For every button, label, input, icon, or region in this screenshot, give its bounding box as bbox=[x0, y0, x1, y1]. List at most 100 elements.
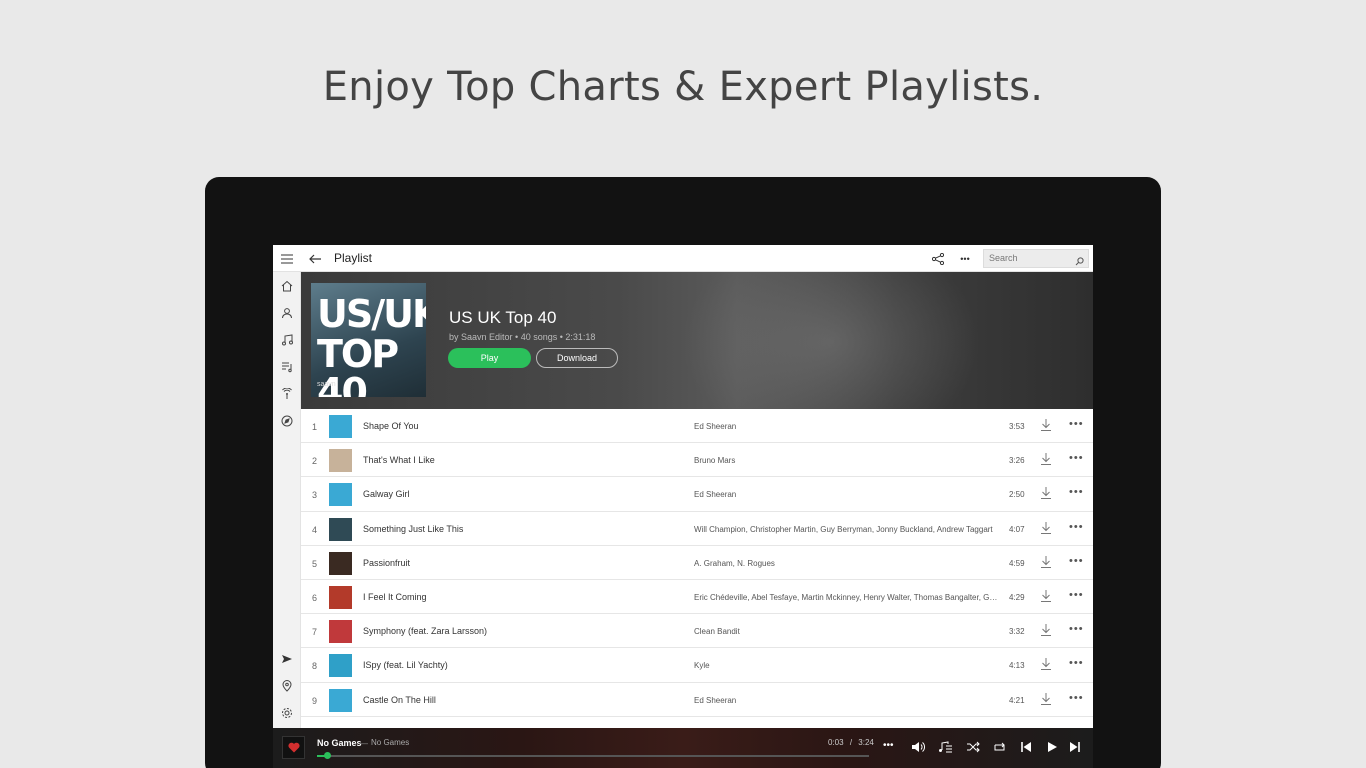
track-row[interactable]: 2 That's What I Like Bruno Mars 3:26 ••• bbox=[301, 443, 1093, 478]
track-duration: 4:21 bbox=[1009, 695, 1025, 705]
track-art bbox=[329, 654, 352, 678]
track-title[interactable]: Galway Girl bbox=[363, 489, 410, 499]
track-row[interactable]: 7 Symphony (feat. Zara Larsson) Clean Band… bbox=[301, 614, 1093, 649]
track-artist[interactable]: Bruno Mars bbox=[694, 456, 999, 465]
location-icon[interactable] bbox=[277, 676, 297, 696]
download-icon[interactable] bbox=[1041, 658, 1051, 672]
track-more-icon[interactable]: ••• bbox=[1069, 692, 1084, 704]
compass-icon[interactable] bbox=[277, 411, 297, 431]
track-artist[interactable]: Eric Chédeville, Abel Tesfaye, Martin Mc… bbox=[694, 593, 999, 602]
search-input[interactable]: Search bbox=[983, 249, 1089, 268]
track-duration: 3:26 bbox=[1009, 456, 1025, 466]
track-number: 5 bbox=[312, 558, 318, 569]
track-duration: 3:32 bbox=[1009, 627, 1025, 637]
download-icon[interactable] bbox=[1041, 555, 1051, 570]
track-title[interactable]: Something Just Like This bbox=[363, 524, 463, 534]
playlist-title: US UK Top 40 bbox=[449, 308, 557, 327]
page-title: Playlist bbox=[334, 251, 373, 265]
track-title[interactable]: Castle On The Hill bbox=[363, 695, 436, 705]
playlist-header: US/UK TOP 40 saavn US UK Top 40 by Saavn… bbox=[301, 272, 1093, 409]
track-art bbox=[329, 449, 352, 473]
home-icon[interactable] bbox=[277, 276, 297, 296]
track-row[interactable]: 6 I Feel It Coming Eric Chédeville, Abel T… bbox=[301, 580, 1093, 615]
download-icon[interactable] bbox=[1041, 419, 1051, 433]
track-artist[interactable]: Clean Bandit bbox=[694, 627, 999, 636]
now-playing-title: No Games bbox=[317, 738, 362, 748]
track-title[interactable]: Passionfruit bbox=[363, 558, 410, 568]
cover-brand: saavn bbox=[317, 381, 336, 388]
playlist-icon[interactable] bbox=[277, 357, 297, 377]
track-title[interactable]: ISpy (feat. Lil Yachty) bbox=[363, 660, 448, 670]
track-duration: 4:07 bbox=[1009, 524, 1025, 534]
track-row[interactable]: 3 Galway Girl Ed Sheeran 2:50 ••• bbox=[301, 477, 1093, 512]
track-more-icon[interactable]: ••• bbox=[1069, 521, 1084, 533]
download-icon[interactable] bbox=[1041, 692, 1051, 707]
track-row[interactable]: 9 Castle On The Hill Ed Sheeran 4:21 ••• bbox=[301, 683, 1093, 717]
track-row[interactable]: 4 Something Just Like This Will Champion, … bbox=[301, 512, 1093, 546]
track-more-icon[interactable]: ••• bbox=[1069, 486, 1084, 498]
queue-icon[interactable] bbox=[938, 740, 952, 758]
track-row[interactable]: 8 ISpy (feat. Lil Yachty) Kyle 4:13 ••• bbox=[301, 648, 1093, 683]
track-art bbox=[329, 585, 352, 609]
track-more-icon[interactable]: ••• bbox=[1069, 555, 1084, 567]
track-number: 2 bbox=[312, 456, 318, 467]
sidebar bbox=[273, 272, 301, 728]
track-artist[interactable]: Kyle bbox=[694, 661, 999, 670]
share-icon[interactable] bbox=[929, 250, 947, 267]
track-more-icon[interactable]: ••• bbox=[1069, 623, 1084, 635]
track-duration: 3:53 bbox=[1009, 422, 1025, 431]
previous-icon[interactable] bbox=[1020, 740, 1032, 758]
track-artist[interactable]: A. Graham, N. Rogues bbox=[694, 559, 999, 568]
now-playing-art bbox=[282, 736, 305, 759]
more-options-button[interactable]: ••• bbox=[956, 250, 974, 267]
player-bar: No Games — No Games 0:03 / 3:24 ••• bbox=[273, 728, 1093, 768]
shuffle-icon[interactable] bbox=[966, 740, 980, 758]
more-icon[interactable]: ••• bbox=[883, 740, 894, 751]
track-duration: 4:59 bbox=[1009, 558, 1025, 568]
app-window: Playlist ••• Search US/U TOP 40 saavn US… bbox=[273, 245, 1093, 768]
play-button[interactable]: Play bbox=[448, 348, 531, 368]
music-note-icon[interactable] bbox=[277, 330, 297, 350]
track-row[interactable]: 5 Passionfruit A. Graham, N. Rogues 4:59 ••• bbox=[301, 546, 1093, 580]
track-title[interactable]: Shape Of You bbox=[363, 421, 419, 431]
volume-icon[interactable] bbox=[911, 740, 925, 758]
progress-bar[interactable] bbox=[317, 752, 869, 759]
track-artist[interactable]: Ed Sheeran bbox=[694, 490, 999, 499]
track-row[interactable]: 1 Shape Of You Ed Sheeran 3:53 ••• bbox=[301, 409, 1093, 444]
download-icon[interactable] bbox=[1041, 487, 1051, 501]
track-art bbox=[329, 415, 352, 438]
next-icon[interactable] bbox=[1069, 740, 1081, 758]
track-number: 1 bbox=[312, 422, 318, 432]
track-more-icon[interactable]: ••• bbox=[1069, 452, 1084, 464]
search-icon[interactable] bbox=[1075, 253, 1084, 271]
download-button[interactable]: Download bbox=[536, 348, 618, 368]
play-icon[interactable] bbox=[1046, 740, 1058, 758]
download-icon[interactable] bbox=[1041, 624, 1051, 638]
gear-icon[interactable] bbox=[277, 703, 297, 723]
radio-icon[interactable] bbox=[277, 384, 297, 404]
track-artist[interactable]: Will Champion, Christopher Martin, Guy B… bbox=[694, 525, 999, 534]
airplane-icon[interactable] bbox=[277, 649, 297, 669]
download-icon[interactable] bbox=[1041, 589, 1051, 604]
track-number: 6 bbox=[312, 592, 318, 603]
progress-handle[interactable] bbox=[323, 752, 331, 759]
track-more-icon[interactable]: ••• bbox=[1069, 589, 1084, 601]
back-arrow-icon[interactable] bbox=[306, 250, 324, 267]
playlist-cover: US/UK TOP 40 saavn bbox=[311, 283, 426, 397]
download-icon[interactable] bbox=[1041, 521, 1051, 536]
track-more-icon[interactable]: ••• bbox=[1069, 657, 1084, 669]
track-number: 4 bbox=[312, 524, 318, 535]
track-art bbox=[329, 620, 352, 644]
track-title[interactable]: I Feel It Coming bbox=[363, 592, 427, 602]
repeat-icon[interactable] bbox=[993, 740, 1007, 758]
track-artist[interactable]: Ed Sheeran bbox=[694, 422, 999, 431]
menu-icon[interactable] bbox=[278, 250, 296, 267]
user-icon[interactable] bbox=[277, 303, 297, 323]
track-artist[interactable]: Ed Sheeran bbox=[694, 696, 999, 705]
track-title[interactable]: Symphony (feat. Zara Larsson) bbox=[363, 626, 487, 636]
playback-time: 0:03 / 3:24 bbox=[828, 738, 874, 747]
cover-text-line1: US/UK bbox=[317, 292, 426, 336]
track-more-icon[interactable]: ••• bbox=[1069, 418, 1084, 430]
download-icon[interactable] bbox=[1041, 453, 1051, 467]
track-title[interactable]: That's What I Like bbox=[363, 455, 435, 465]
